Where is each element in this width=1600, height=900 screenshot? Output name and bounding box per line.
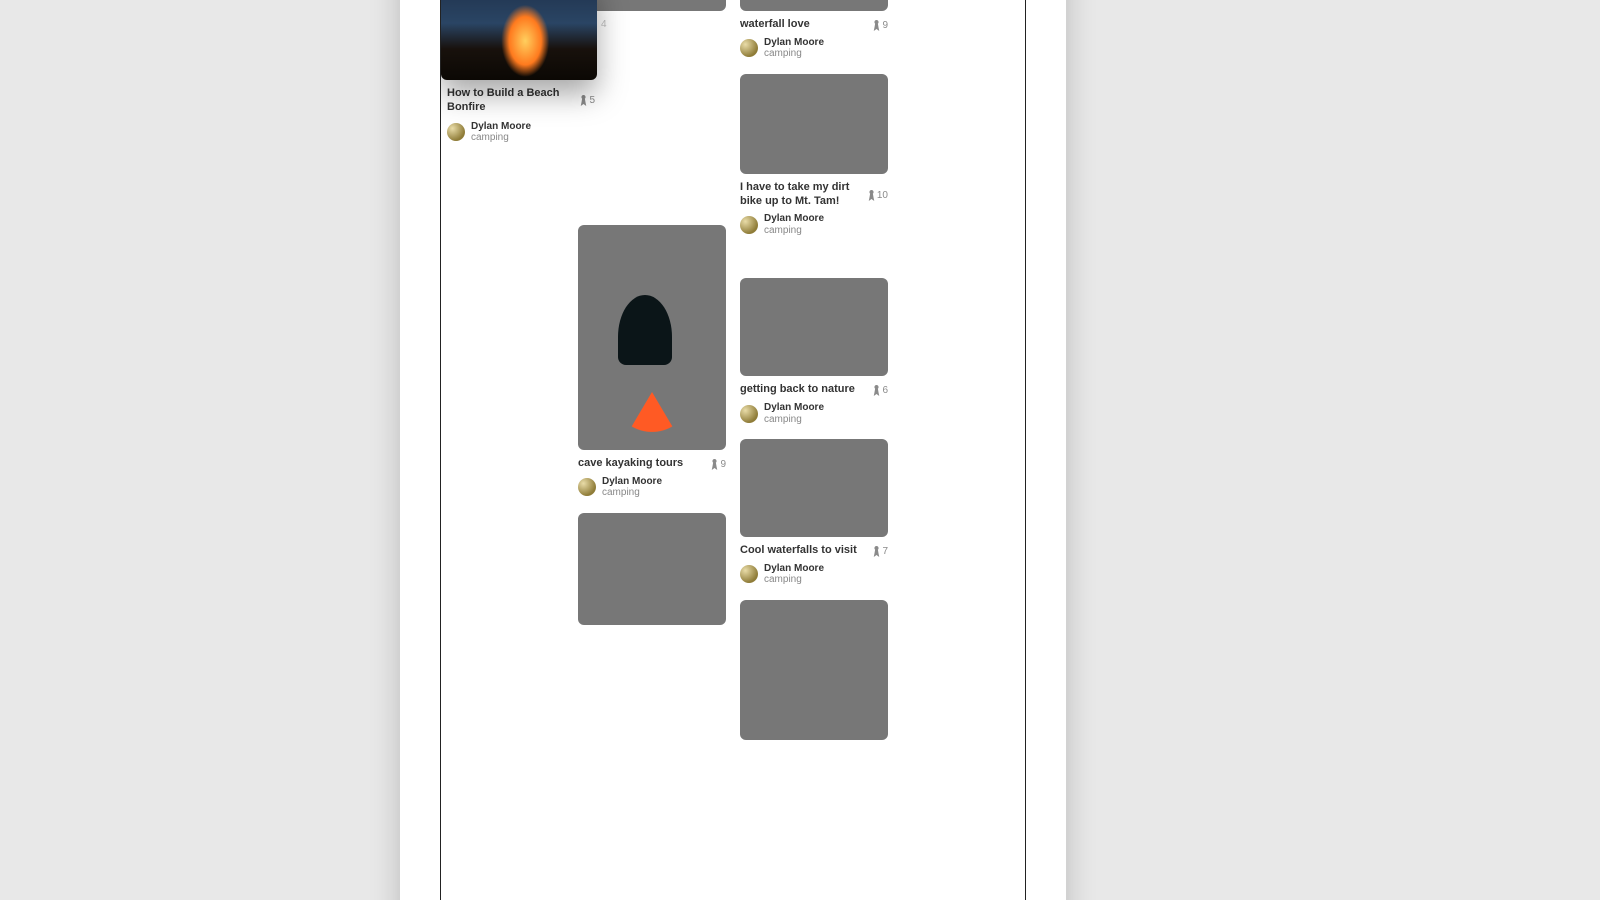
grid-column-right: waterfall love 9 [740, 0, 888, 740]
pin-attribution[interactable]: Dylan Moore camping [578, 476, 726, 499]
pin-card[interactable]: cave kayaking tours 9 [578, 225, 726, 499]
pin-author: Dylan Moore [471, 121, 531, 133]
repin-icon [868, 190, 875, 201]
hidden-pin-repin-count: 4 [601, 19, 607, 30]
grid-column-left: cave kayaking tours 9 [578, 0, 726, 740]
avatar [447, 123, 465, 141]
pin-title: I have to take my dirt bike up to Mt. Ta… [740, 181, 862, 209]
pin-image[interactable] [441, 0, 597, 80]
pin-image[interactable] [578, 0, 726, 11]
pin-image[interactable] [740, 278, 888, 376]
pin-meta: I have to take my dirt bike up to Mt. Ta… [740, 174, 888, 209]
pin-image[interactable] [740, 439, 888, 537]
avatar [740, 216, 758, 234]
tablet-frame: Add section 4 [400, 0, 1066, 900]
repin-icon [580, 95, 587, 106]
pin-meta: Cool waterfalls to visit 7 [740, 537, 888, 558]
repin-icon [873, 385, 880, 396]
avatar [740, 565, 758, 583]
pin-card[interactable] [740, 600, 888, 740]
pin-author: Dylan Moore [764, 213, 824, 225]
pin-meta: cave kayaking tours 9 [578, 450, 726, 471]
pin-board: camping [471, 132, 531, 144]
dragging-pin-meta: How to Build a Beach Bonfire 5 Dylan Moo… [447, 87, 595, 144]
pin-repin-value: 9 [882, 20, 888, 31]
pin-meta: getting back to nature 6 [740, 376, 888, 397]
pin-author: Dylan Moore [764, 37, 824, 49]
pin-attribution[interactable]: Dylan Moore camping [740, 563, 888, 586]
pin-title: How to Build a Beach Bonfire [447, 87, 574, 115]
pin-repin-value: 9 [720, 459, 726, 470]
pin-card[interactable] [578, 0, 726, 11]
pin-title: waterfall love [740, 18, 867, 32]
pin-card[interactable]: Cool waterfalls to visit 7 [740, 439, 888, 586]
pin-image[interactable] [578, 513, 726, 625]
pin-image[interactable] [740, 74, 888, 174]
pin-card[interactable]: I have to take my dirt bike up to Mt. Ta… [740, 74, 888, 237]
pin-repin-count: 7 [873, 544, 888, 558]
tablet-screen: Add section 4 [440, 0, 1026, 900]
board-scroll-view[interactable]: Add section 4 [441, 0, 1025, 780]
pin-card[interactable]: waterfall love 9 [740, 0, 888, 60]
avatar [578, 478, 596, 496]
avatar [740, 39, 758, 57]
pin-title: getting back to nature [740, 383, 867, 397]
pin-card[interactable] [578, 513, 726, 625]
pin-repin-count: 5 [580, 87, 595, 115]
column-gap [740, 250, 888, 264]
pin-image[interactable] [578, 225, 726, 450]
pin-title: Cool waterfalls to visit [740, 544, 867, 558]
pin-author: Dylan Moore [764, 563, 824, 575]
column-gap [578, 139, 726, 211]
pin-board: camping [602, 487, 662, 499]
dragging-pin-card[interactable] [441, 0, 597, 80]
pin-grid: 4 [461, 0, 1005, 740]
pin-board: camping [764, 414, 824, 426]
pin-title: cave kayaking tours [578, 457, 705, 471]
repin-icon [873, 546, 880, 557]
avatar [740, 405, 758, 423]
pin-repin-value: 5 [589, 95, 595, 106]
pin-repin-value: 7 [882, 546, 888, 557]
pin-meta: waterfall love 9 [740, 11, 888, 32]
pin-author: Dylan Moore [764, 402, 824, 414]
pin-attribution[interactable]: Dylan Moore camping [740, 37, 888, 60]
repin-icon [873, 20, 880, 31]
pin-repin-value: 6 [882, 385, 888, 396]
pin-card[interactable]: getting back to nature 6 [740, 278, 888, 425]
pin-attribution[interactable]: Dylan Moore camping [740, 213, 888, 236]
pin-repin-count: 6 [873, 383, 888, 397]
pin-board: camping [764, 225, 824, 237]
pin-image[interactable] [740, 0, 888, 11]
pin-repin-value: 10 [877, 190, 888, 201]
pin-author: Dylan Moore [602, 476, 662, 488]
pin-repin-count: 10 [868, 181, 888, 209]
pin-image[interactable] [740, 600, 888, 740]
pin-board: camping [764, 48, 824, 60]
pin-repin-count: 9 [711, 457, 726, 471]
repin-icon [711, 459, 718, 470]
pin-board: camping [764, 574, 824, 586]
drop-placeholder [578, 25, 726, 125]
pin-repin-count: 9 [873, 18, 888, 32]
tablet-bezel: Add section 4 [426, 0, 1040, 900]
pin-attribution[interactable]: Dylan Moore camping [740, 402, 888, 425]
pin-attribution[interactable]: Dylan Moore camping [447, 121, 595, 144]
